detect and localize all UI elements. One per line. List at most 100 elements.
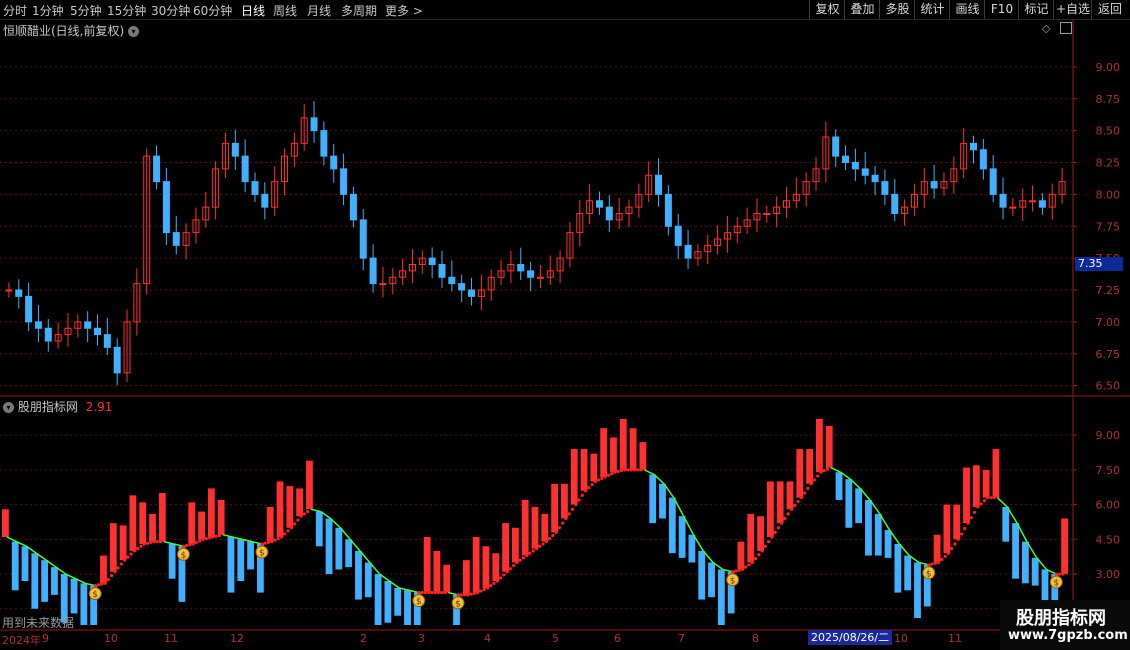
candle-body bbox=[44, 327, 52, 342]
oscillator-bar bbox=[629, 428, 637, 470]
oscillator-bar bbox=[1021, 541, 1029, 584]
candle-body bbox=[34, 321, 42, 329]
candle-body bbox=[25, 295, 33, 323]
signal-line-dot bbox=[512, 563, 516, 568]
signal-line-dot bbox=[292, 522, 297, 526]
signal-line-dot bbox=[152, 540, 156, 544]
oscillator-bar bbox=[992, 449, 1000, 498]
signal-line-dot bbox=[632, 468, 637, 472]
candle-body bbox=[655, 174, 663, 195]
oscillator-bar bbox=[198, 511, 205, 540]
signal-line-segment bbox=[163, 540, 174, 545]
oscillator-bar bbox=[266, 506, 274, 542]
x-label-11: 11 bbox=[164, 632, 178, 645]
signal-line-dot bbox=[796, 499, 800, 504]
indicator-name: 股朋指标网 bbox=[17, 400, 78, 414]
signal-line-dot bbox=[521, 556, 526, 560]
signal-line-dot bbox=[959, 532, 964, 536]
oscillator-bar bbox=[590, 453, 598, 482]
money-bag-icon-glyph: $ bbox=[926, 569, 932, 579]
oscillator-bar bbox=[1012, 523, 1019, 579]
signal-line-dot bbox=[992, 496, 996, 500]
signal-line-dot bbox=[534, 546, 539, 551]
x-label-5: 5 bbox=[552, 632, 559, 645]
signal-line-dot bbox=[417, 590, 421, 595]
signal-line-dot bbox=[806, 486, 810, 491]
chevron-down-icon[interactable]: ▾ bbox=[3, 402, 14, 413]
oscillator-bar bbox=[521, 499, 529, 556]
oscillator-bar bbox=[757, 516, 764, 551]
oscillator-bar bbox=[619, 418, 627, 470]
oscillator-bar bbox=[776, 481, 784, 524]
signal-line-dot bbox=[623, 468, 627, 472]
oscillator-bar bbox=[492, 553, 500, 582]
signal-line-dot bbox=[129, 552, 133, 556]
x-label-11b: 11 bbox=[948, 632, 962, 645]
kline-chart: 6.50 6.75 7.00 7.25 7.50 7.75 8.00 8.25 8.50 8.75… bbox=[0, 20, 1130, 631]
signal-line-segment bbox=[996, 497, 1008, 508]
signal-line-dot bbox=[734, 569, 738, 573]
signal-line-dot bbox=[306, 509, 310, 514]
oscillator-bar bbox=[51, 567, 58, 595]
signal-line-dot bbox=[757, 553, 761, 557]
signal-line-dot bbox=[283, 532, 287, 536]
oscillator-bar bbox=[972, 465, 980, 507]
x-label-12: 12 bbox=[230, 632, 244, 645]
signal-line-dot bbox=[812, 478, 816, 482]
oscillator-bar bbox=[717, 569, 725, 625]
signal-line-dot bbox=[113, 570, 117, 574]
oscillator-bar bbox=[825, 425, 833, 468]
x-label-3: 3 bbox=[418, 632, 425, 645]
candle-body bbox=[891, 193, 899, 214]
candle-body bbox=[595, 200, 603, 208]
price-tick-label: 8.25 bbox=[1096, 157, 1121, 170]
signal-line-segment bbox=[222, 533, 233, 538]
candle-body bbox=[113, 346, 121, 374]
candle-body bbox=[261, 193, 269, 208]
x-label-2: 2 bbox=[360, 632, 367, 645]
signal-line-dot bbox=[181, 544, 186, 548]
signal-line-dot bbox=[776, 526, 781, 530]
signal-line-dot bbox=[136, 546, 140, 551]
oscillator-bar bbox=[139, 502, 147, 544]
signal-line-dot bbox=[943, 554, 947, 558]
oscillator-bar bbox=[247, 541, 254, 570]
signal-line-dot bbox=[145, 541, 150, 545]
signal-line-dot bbox=[260, 542, 264, 546]
candle-body bbox=[428, 257, 436, 265]
signal-line-dot bbox=[479, 589, 483, 593]
signal-line-dot bbox=[273, 538, 277, 542]
signal-line-dot bbox=[986, 496, 990, 500]
signal-line-dot bbox=[554, 530, 558, 534]
signal-line-dot bbox=[770, 535, 774, 539]
signal-line-dot bbox=[149, 540, 153, 545]
signal-line-dot bbox=[194, 540, 199, 545]
signal-line-dot bbox=[802, 491, 807, 495]
oscillator-bar bbox=[884, 530, 892, 558]
oscillator-bar bbox=[335, 527, 343, 570]
signal-line-dot bbox=[760, 549, 764, 553]
signal-line-dot bbox=[629, 468, 633, 472]
signal-line-dot bbox=[780, 521, 784, 525]
signal-line-dot bbox=[531, 549, 535, 553]
signal-line-dot bbox=[767, 540, 771, 544]
signal-line-dot bbox=[207, 536, 212, 540]
signal-line-dot bbox=[211, 535, 215, 539]
signal-line-dot bbox=[126, 555, 130, 559]
signal-line-dot bbox=[420, 590, 424, 595]
signal-line-dot bbox=[819, 470, 823, 474]
candle-body bbox=[605, 206, 613, 221]
signal-line-dot bbox=[279, 535, 284, 539]
candle-body bbox=[251, 181, 259, 195]
signal-line-dot bbox=[201, 537, 205, 541]
signal-line-dot bbox=[551, 533, 555, 538]
signal-line-dot bbox=[930, 562, 934, 566]
signal-line-dot bbox=[580, 493, 584, 497]
candle-body bbox=[969, 142, 977, 151]
candle-body bbox=[517, 264, 525, 272]
signal-line-dot bbox=[593, 479, 597, 484]
signal-line-dot bbox=[825, 467, 830, 471]
oscillator-bar bbox=[737, 541, 745, 570]
signal-line-dot bbox=[737, 568, 741, 572]
candle-body bbox=[527, 270, 535, 278]
